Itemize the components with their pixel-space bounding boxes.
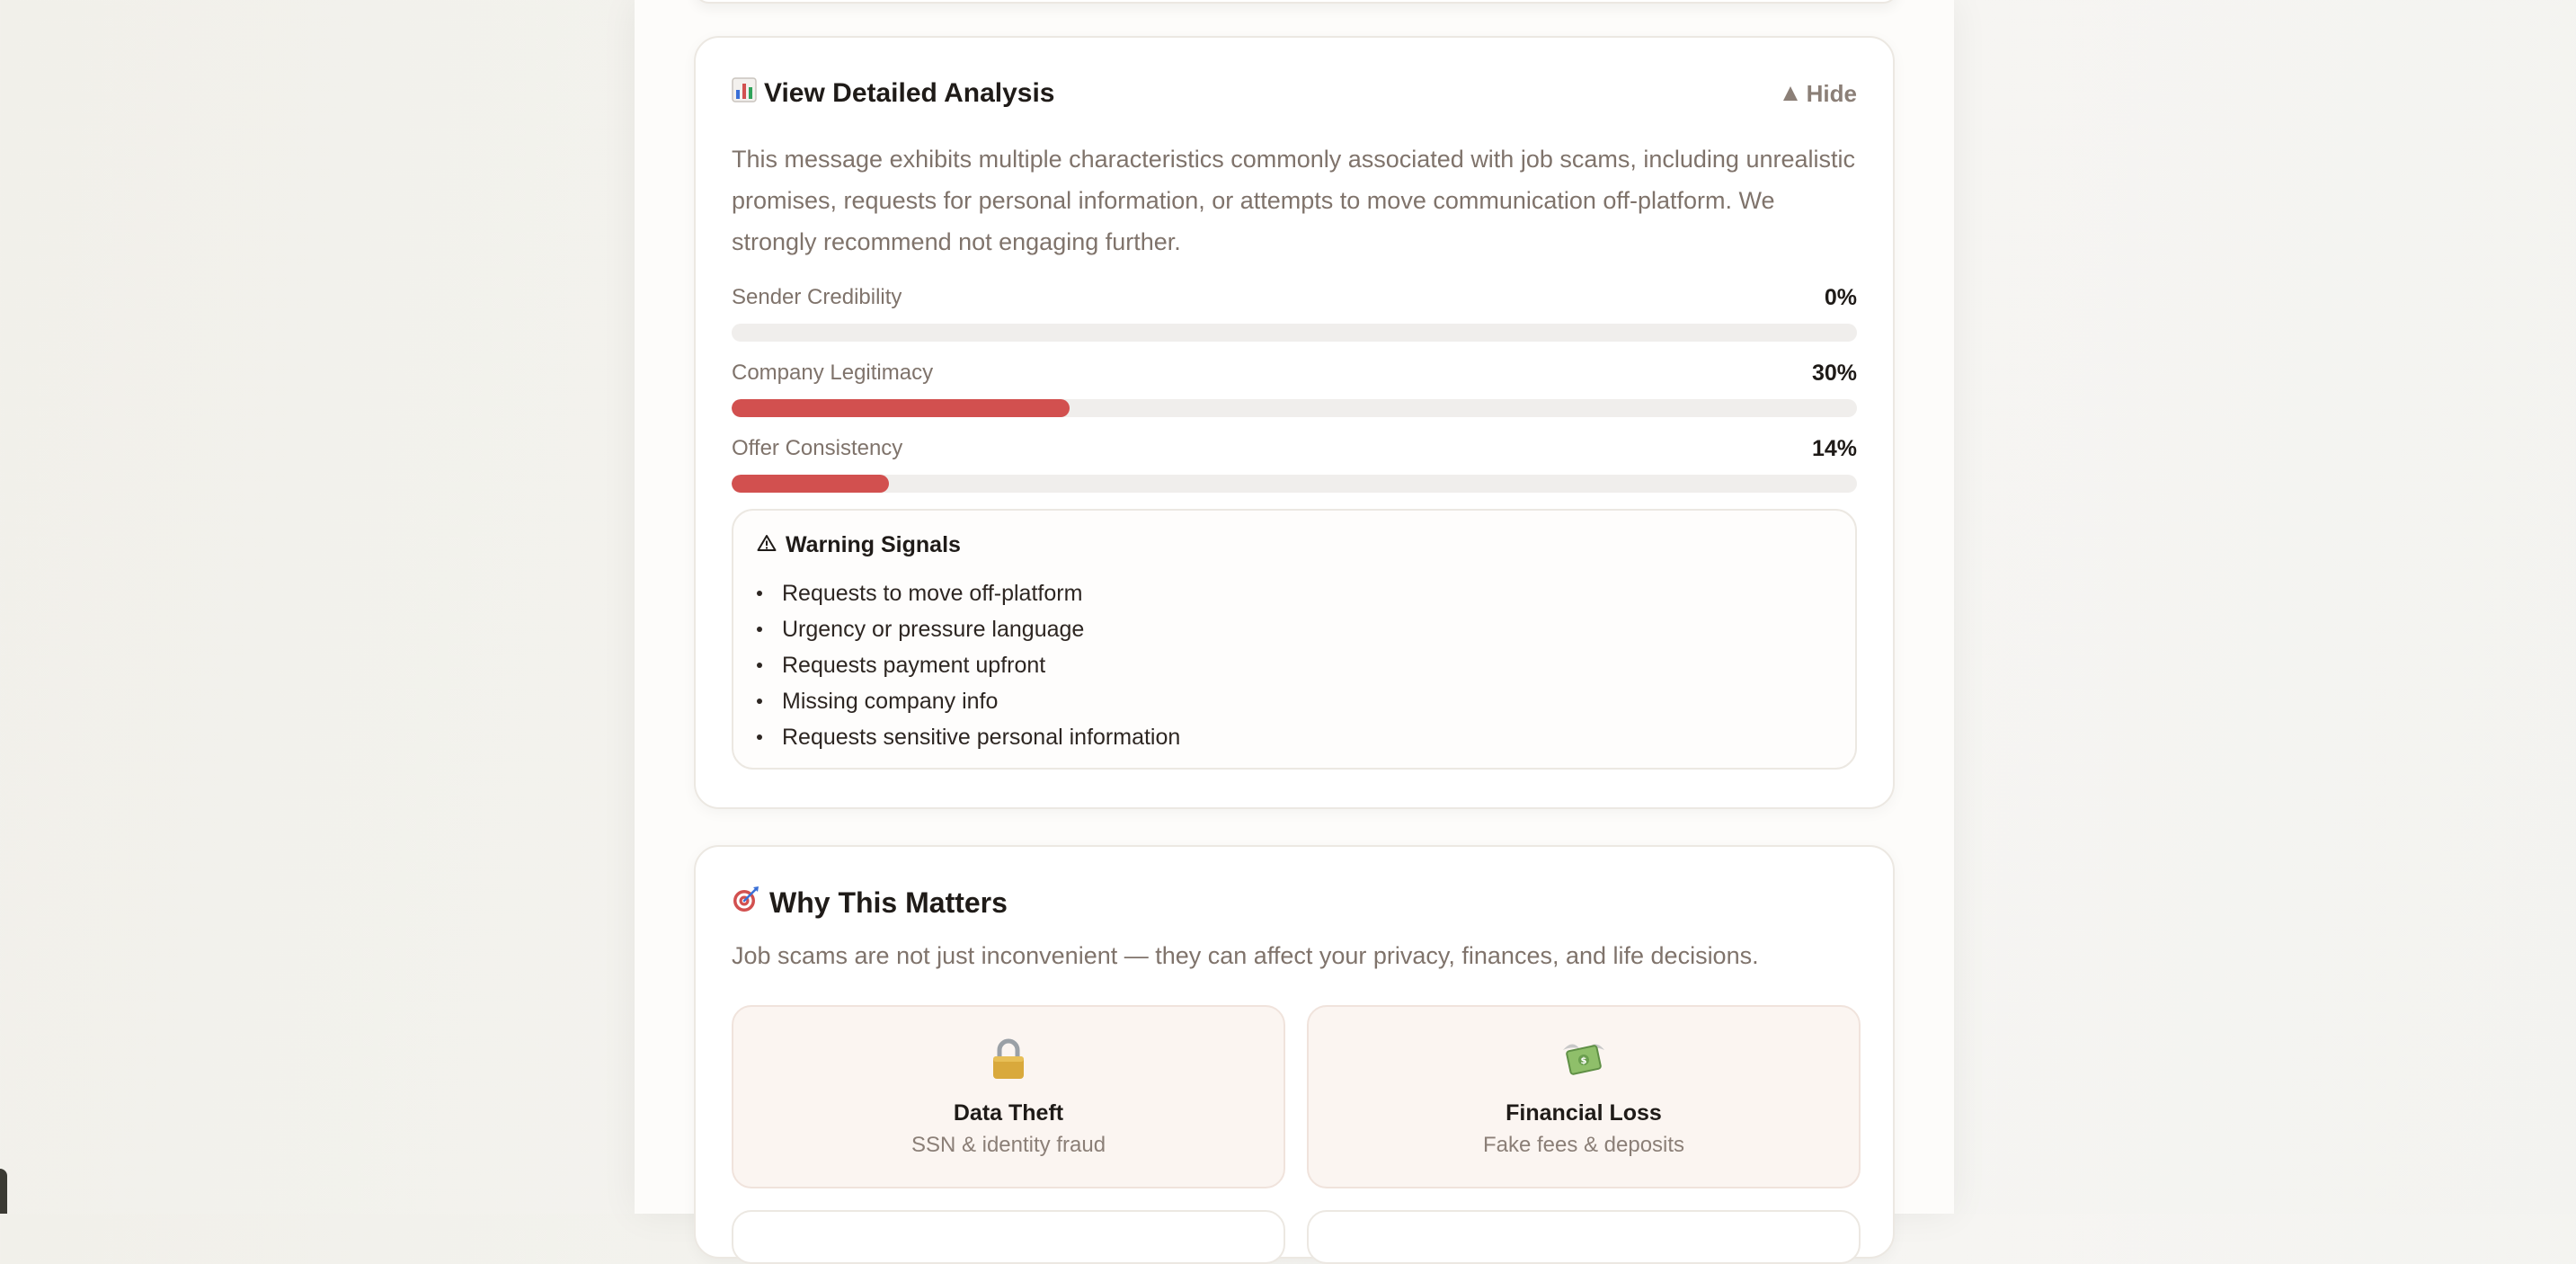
metric-label: Offer Consistency (732, 436, 903, 460)
metric-value: 0% (1824, 284, 1857, 310)
warning-text: Urgency or pressure language (782, 616, 1085, 642)
impact-title: Data Theft (953, 1100, 1064, 1126)
bullet (757, 591, 762, 596)
bar-chart-icon (732, 77, 757, 110)
progress-track (732, 475, 1857, 493)
lock-icon (733, 1037, 1284, 1082)
target-icon (732, 885, 760, 921)
metric-sender-credibility: Sender Credibility 0% (732, 282, 1857, 349)
impact-description: SSN & identity fraud (910, 1133, 1106, 1157)
warning-text: Requests payment upfront (782, 652, 1046, 678)
metric-offer-consistency: Offer Consistency 14% (732, 433, 1857, 500)
hide-toggle-button[interactable]: Hide (1782, 79, 1857, 108)
money-with-wings-icon: $ (1309, 1037, 1859, 1082)
metric-label: Sender Credibility (732, 285, 902, 309)
warning-list: Requests to move off-platform Urgency or… (757, 575, 1180, 755)
impact-card-data-theft: Data Theft SSN & identity fraud (732, 1005, 1285, 1188)
warning-signals-title: Warning Signals (757, 532, 961, 558)
matters-title-text: Why This Matters (769, 886, 1008, 919)
list-item: Requests sensitive personal information (757, 719, 1180, 755)
previous-card (694, 0, 1898, 4)
detailed-analysis-card: View Detailed Analysis Hide This message… (694, 36, 1895, 809)
warning-triangle-icon (757, 532, 777, 558)
bullet (757, 734, 762, 740)
metric-value: 30% (1811, 360, 1857, 386)
metric-company-legitimacy: Company Legitimacy 30% (732, 358, 1857, 424)
list-item: Urgency or pressure language (757, 611, 1180, 647)
triangle-up-icon (1782, 86, 1798, 101)
background-window-edge (0, 1169, 7, 1214)
bullet (757, 699, 762, 704)
bullet (757, 627, 762, 632)
warning-text: Requests to move off-platform (782, 580, 1083, 606)
matters-title: Why This Matters (732, 885, 1008, 921)
impact-description: Fake fees & deposits (1482, 1133, 1685, 1157)
impact-title: Financial Loss (1506, 1100, 1662, 1126)
impact-card-partial (1307, 1210, 1861, 1264)
bullet (757, 663, 762, 668)
warning-signals-title-text: Warning Signals (786, 532, 961, 557)
matters-subtitle: Job scams are not just inconvenient — th… (732, 942, 1759, 969)
list-item: Requests payment upfront (757, 647, 1180, 683)
progress-track (732, 399, 1857, 417)
warning-text: Missing company info (782, 688, 999, 714)
analysis-summary: This message exhibits multiple character… (732, 146, 1856, 255)
hide-toggle-label: Hide (1806, 79, 1857, 107)
analysis-title: View Detailed Analysis (732, 77, 1054, 110)
progress-fill (732, 475, 890, 493)
list-item: Missing company info (757, 683, 1180, 719)
progress-track (732, 324, 1857, 342)
list-item: Requests to move off-platform (757, 575, 1180, 611)
warning-signals-box: Warning Signals Requests to move off-pla… (732, 509, 1857, 770)
metric-label: Company Legitimacy (732, 361, 934, 385)
warning-text: Requests sensitive personal information (782, 724, 1181, 750)
impact-card-financial-loss: $ Financial Loss Fake fees & deposits (1307, 1005, 1861, 1188)
why-this-matters-card: Why This Matters Job scams are not just … (694, 845, 1895, 1264)
progress-fill (732, 399, 1070, 417)
analysis-title-text: View Detailed Analysis (764, 78, 1055, 108)
svg-text:$: $ (1581, 1056, 1587, 1066)
metric-value: 14% (1811, 435, 1857, 461)
analysis-header: View Detailed Analysis Hide (732, 72, 1857, 115)
impact-card-partial (732, 1210, 1285, 1264)
